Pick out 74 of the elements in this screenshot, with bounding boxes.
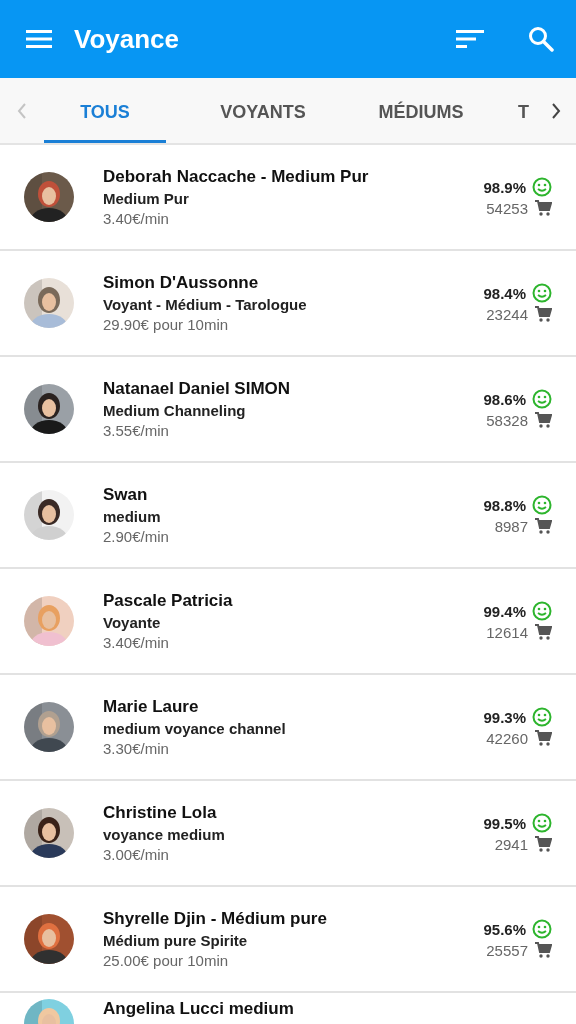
satisfaction-rate: 99.5% [483, 814, 526, 832]
consultation-count: 54253 [486, 199, 528, 217]
expert-price: 2.90€/min [103, 528, 170, 545]
expert-price: 3.30€/min [103, 740, 170, 757]
expert-row[interactable]: Shyrelle Djin - Médium pure Médium pure Spirite 25.00€ pour 10min 95.6% 25557 [0, 887, 576, 993]
expert-name: Angelina Lucci medium [103, 999, 295, 1019]
tab[interactable]: TOUS [44, 78, 166, 143]
satisfaction-rate: 98.4% [483, 284, 526, 302]
cart-icon [534, 517, 552, 535]
expert-name: Swan [103, 485, 149, 505]
expert-row[interactable]: Deborah Naccache - Medium Pur Medium Pur 3.40€/min 98.9% 54253 [0, 145, 576, 251]
satisfaction-rate: 99.3% [483, 708, 526, 726]
satisfaction-rate: 99.4% [483, 602, 526, 620]
expert-specialty: medium voyance channel [103, 720, 287, 737]
expert-price: 29.90€ pour 10min [103, 316, 230, 333]
expert-name: Pascale Patricia [103, 591, 234, 611]
smiley-icon [532, 813, 552, 833]
expert-specialty: medium [103, 508, 162, 525]
consultation-count: 12614 [486, 623, 528, 641]
expert-name: Marie Laure [103, 697, 200, 717]
cart-icon [534, 729, 552, 747]
expert-specialty: Médium pure Spirite [103, 932, 249, 949]
expert-specialty: Voyante [103, 614, 162, 631]
consultation-count: 25557 [486, 941, 528, 959]
sort-icon[interactable] [456, 30, 484, 48]
expert-name: Simon D'Aussonne [103, 273, 260, 293]
expert-name: Natanael Daniel SIMON [103, 379, 292, 399]
expert-specialty: Medium Pur [103, 190, 190, 207]
tab[interactable]: VOYANTS [202, 78, 324, 143]
smiley-icon [532, 177, 552, 197]
expert-row[interactable]: Angelina Lucci medium [0, 993, 576, 1024]
expert-row[interactable]: Christine Lola voyance medium 3.00€/min 99.5% 2941 [0, 781, 576, 887]
expert-row[interactable]: Simon D'Aussonne Voyant - Médium - Tarologue 29.90€ pour 10min 98.4% 23244 [0, 251, 576, 357]
satisfaction-rate: 98.9% [483, 178, 526, 196]
expert-price: 3.40€/min [103, 210, 170, 227]
expert-name: Christine Lola [103, 803, 218, 823]
expert-specialty: Medium Channeling [103, 402, 247, 419]
expert-name: Deborah Naccache - Medium Pur [103, 167, 370, 187]
expert-price: 3.40€/min [103, 634, 170, 651]
smiley-icon [532, 389, 552, 409]
menu-icon[interactable] [26, 29, 52, 49]
expert-price: 3.55€/min [103, 422, 170, 439]
expert-specialty: Voyant - Médium - Tarologue [103, 296, 308, 313]
consultation-count: 23244 [486, 305, 528, 323]
consultation-count: 42260 [486, 729, 528, 747]
cart-icon [534, 835, 552, 853]
expert-row[interactable]: Pascale Patricia Voyante 3.40€/min 99.4% 12614 [0, 569, 576, 675]
cart-icon [534, 305, 552, 323]
cart-icon [534, 623, 552, 641]
cart-icon [534, 941, 552, 959]
app-title: Voyance [74, 23, 179, 55]
consultation-count: 58328 [486, 411, 528, 429]
expert-row[interactable]: Marie Laure medium voyance channel 3.30€/min 99.3% 42260 [0, 675, 576, 781]
satisfaction-rate: 98.6% [483, 390, 526, 408]
search-icon[interactable] [528, 26, 554, 52]
smiley-icon [532, 495, 552, 515]
tab[interactable]: T [518, 78, 536, 143]
smiley-icon [532, 601, 552, 621]
consultation-count: 8987 [494, 517, 528, 535]
smiley-icon [532, 707, 552, 727]
cart-icon [534, 199, 552, 217]
expert-price: 3.00€/min [103, 846, 170, 863]
expert-price: 25.00€ pour 10min [103, 952, 230, 969]
satisfaction-rate: 95.6% [483, 920, 526, 938]
smiley-icon [532, 919, 552, 939]
tab[interactable]: MÉDIUMS [360, 78, 482, 143]
consultation-count: 2941 [494, 835, 528, 853]
expert-name: Shyrelle Djin - Médium pure [103, 909, 328, 929]
cart-icon [534, 411, 552, 429]
expert-row[interactable]: Swan medium 2.90€/min 98.8% 8987 [0, 463, 576, 569]
smiley-icon [532, 283, 552, 303]
expert-row[interactable]: Natanael Daniel SIMON Medium Channeling 3.55€/min 98.6% 58328 [0, 357, 576, 463]
satisfaction-rate: 98.8% [483, 496, 526, 514]
expert-specialty: voyance medium [103, 826, 226, 843]
